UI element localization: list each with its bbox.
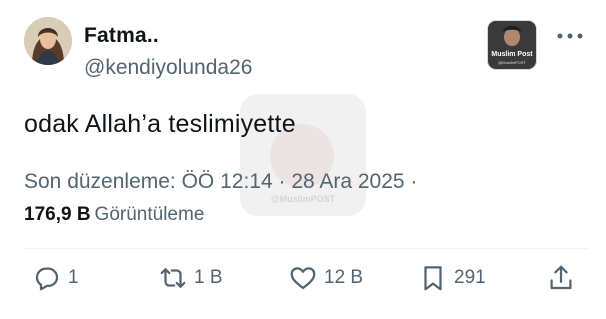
retweet-icon xyxy=(160,268,186,288)
divider xyxy=(24,248,588,249)
reply-button[interactable]: 1 xyxy=(32,262,79,294)
author-display-name[interactable]: Fatma.. xyxy=(84,24,159,48)
tweet-views[interactable]: 176,9 B Görüntüleme xyxy=(24,204,204,226)
more-options-button[interactable] xyxy=(552,24,588,48)
like-button[interactable]: 12 B xyxy=(288,262,363,294)
bookmark-button[interactable]: 291 xyxy=(418,262,486,294)
avatar-image xyxy=(24,17,72,65)
views-count: 176,9 B xyxy=(24,204,91,225)
views-label: Görüntüleme xyxy=(94,204,205,225)
channel-badge-title: Muslim Post xyxy=(491,51,533,58)
share-button[interactable] xyxy=(546,262,576,294)
tweet-text: odak Allah’a teslimiyette xyxy=(24,110,296,138)
tweet-card: Fatma.. @kendiyolunda26 Muslim Post @Mus… xyxy=(0,0,606,319)
tweet-meta[interactable]: Son düzenleme: ÖÖ 12:14 · 28 Ara 2025 · xyxy=(24,170,417,194)
channel-badge[interactable]: Muslim Post @MuslimPOST xyxy=(488,21,536,69)
author-avatar[interactable] xyxy=(24,17,72,65)
author-handle[interactable]: @kendiyolunda26 xyxy=(84,56,252,80)
retweet-button[interactable]: 1 B xyxy=(158,262,223,294)
watermark-text: @MuslimPOST xyxy=(270,194,336,204)
bookmark-icon xyxy=(424,266,442,291)
like-count: 12 B xyxy=(324,267,364,288)
share-icon xyxy=(550,265,572,290)
reply-icon xyxy=(35,267,59,291)
reply-count: 1 xyxy=(68,267,79,288)
channel-badge-image xyxy=(488,21,536,51)
bookmark-count: 291 xyxy=(454,267,486,288)
more-options-icon xyxy=(557,33,583,39)
heart-icon xyxy=(290,267,316,290)
retweet-count: 1 B xyxy=(194,267,223,288)
channel-badge-subtitle: @MuslimPOST xyxy=(498,60,526,65)
